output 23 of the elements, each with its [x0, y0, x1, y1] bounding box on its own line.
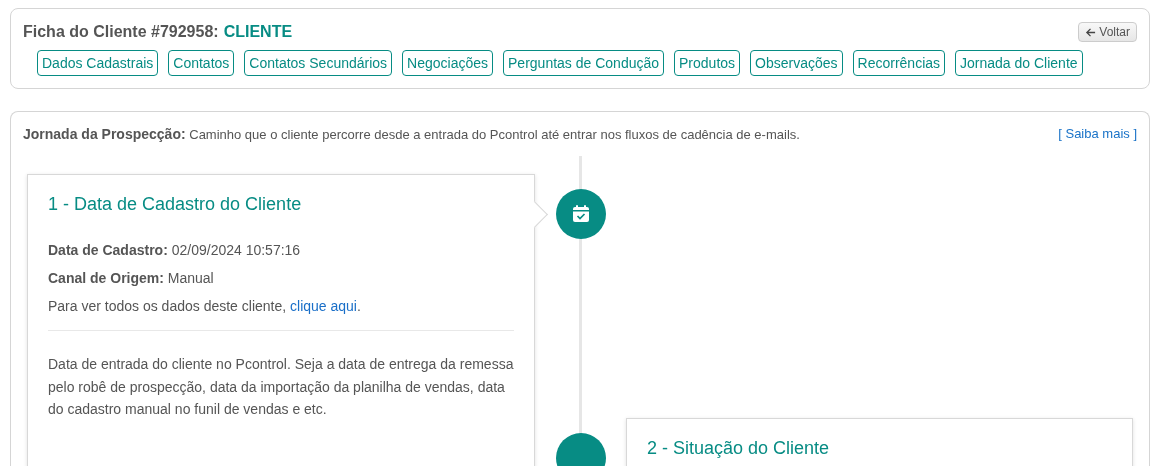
- tab[interactable]: Perguntas de Condução: [503, 50, 665, 76]
- step-field: Data de Cadastro: 02/09/2024 10:57:16: [48, 241, 514, 259]
- tab[interactable]: Produtos: [674, 50, 741, 76]
- step-note: Data de entrada do cliente no Pcontrol. Seja a data de entrega da remessa pelo robê de prospecção, data da importação da planilha de vendas, data do cadastro manual no funil de vendas e etc.: [48, 355, 514, 419]
- tab[interactable]: Contatos Secundários: [244, 50, 393, 76]
- back-button[interactable]: Voltar: [1078, 22, 1137, 42]
- journey-description: Jornada da Prospecção: Caminho que o cliente percorre desde a entrada do Pcontrol até entrar nos fluxos de cadência de e-mails.: [23, 126, 800, 142]
- tab[interactable]: Negociações: [402, 50, 494, 76]
- client-status: CLIENTE: [223, 23, 293, 41]
- calendar-check-icon: [570, 204, 591, 224]
- arrow-left-icon: [1085, 26, 1097, 38]
- view-all-link[interactable]: clique aqui: [290, 298, 357, 314]
- step-field: Canal de Origem: Manual: [48, 269, 514, 287]
- view-all-text: Para ver todos os dados deste cliente, clique aqui.: [48, 297, 362, 315]
- tab[interactable]: Observações: [750, 50, 843, 76]
- tab[interactable]: Dados Cadastrais: [37, 50, 159, 76]
- tab[interactable]: Jornada do Cliente: [955, 50, 1083, 76]
- step-title: 1 - Data de Cadastro do Cliente: [48, 194, 303, 215]
- tab[interactable]: Contatos: [168, 50, 235, 76]
- client-title: Ficha do Cliente #792958:: [23, 23, 219, 41]
- step-title: 2 - Situação do Cliente: [647, 438, 831, 459]
- tab[interactable]: Recorrências: [852, 50, 946, 76]
- learn-more-link[interactable]: [ Saiba mais ]: [1058, 126, 1137, 142]
